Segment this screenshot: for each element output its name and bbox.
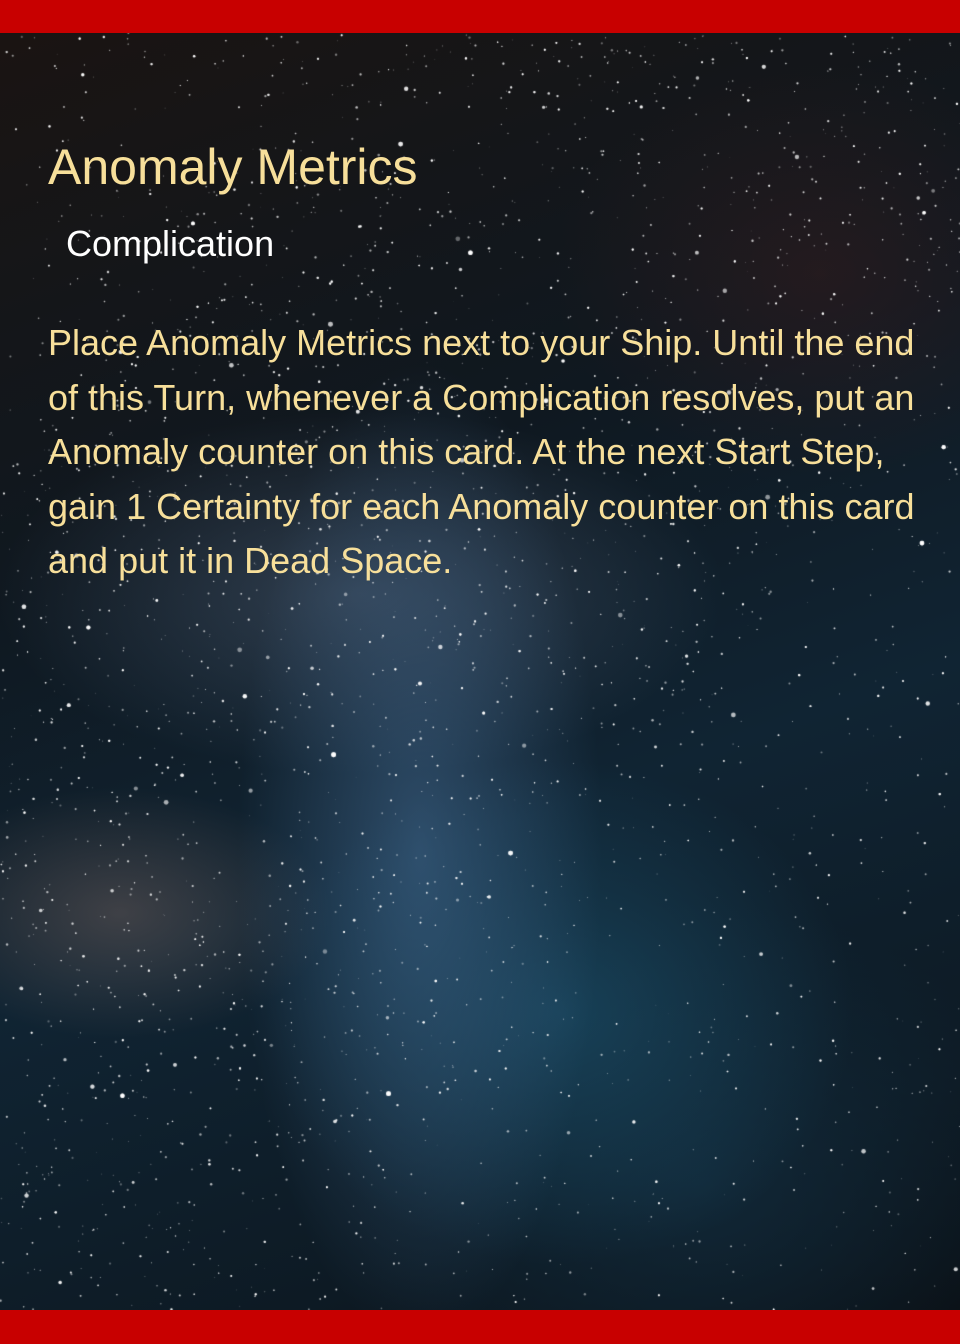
card-type: Complication [66,223,275,264]
card: Anomaly Metrics Complication Place Anoma… [0,0,960,1344]
bottom-border-bar [0,1310,960,1344]
card-rules-text: Place Anomaly Metrics next to your Ship.… [48,322,915,581]
card-title: Anomaly Metrics [48,139,418,195]
top-border-bar [0,0,960,33]
